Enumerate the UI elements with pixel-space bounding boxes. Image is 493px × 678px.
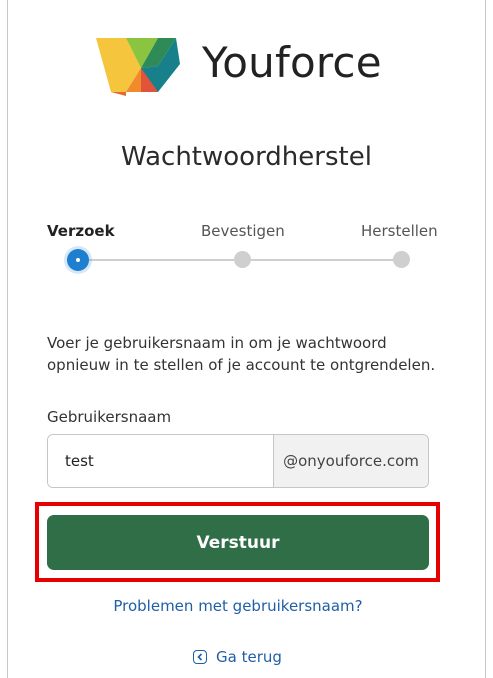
youforce-logo-icon: [96, 38, 180, 96]
chevron-left-icon: [193, 650, 207, 664]
step-label-request: Verzoek: [47, 222, 115, 240]
username-domain-suffix: @onyouforce.com: [273, 435, 428, 487]
back-link-label: Ga terug: [216, 648, 282, 666]
page-border-right: [485, 0, 486, 678]
step-dot-reset: [393, 251, 410, 268]
page-title: Wachtwoordherstel: [121, 142, 372, 172]
step-dot-request: [67, 249, 89, 271]
page-border-left: [7, 0, 8, 678]
step-connector-2: [251, 259, 394, 261]
logo-wordmark: Youforce: [202, 38, 382, 87]
back-link[interactable]: Ga terug: [193, 648, 282, 666]
step-dot-confirm: [234, 251, 251, 268]
submit-button[interactable]: Verstuur: [47, 515, 429, 570]
username-input[interactable]: [48, 435, 273, 487]
step-label-confirm: Bevestigen: [201, 222, 285, 240]
username-problems-link[interactable]: Problemen met gebruikersnaam?: [0, 597, 476, 615]
username-input-group: @onyouforce.com: [47, 434, 429, 488]
step-connector-1: [89, 259, 234, 261]
step-label-reset: Herstellen: [361, 222, 438, 240]
youforce-logo: Youforce: [96, 28, 396, 98]
instructions-text: Voer je gebruikersnaam in om je wachtwoo…: [47, 334, 436, 374]
username-label: Gebruikersnaam: [47, 408, 172, 426]
